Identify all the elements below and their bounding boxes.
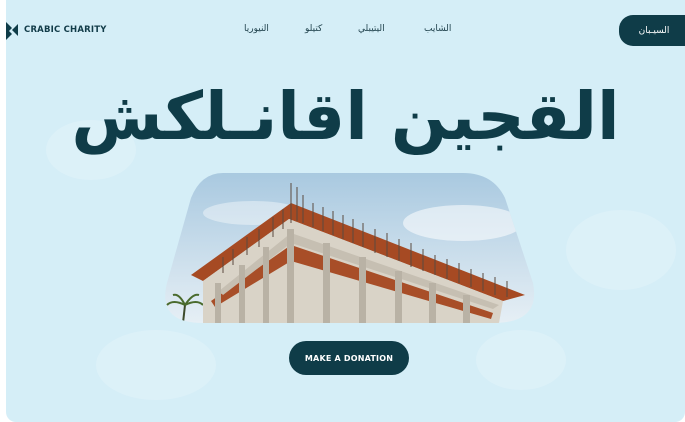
nav-item-4[interactable]: الشايب: [424, 24, 451, 34]
texture-spot: [566, 210, 676, 290]
main-nav: النيوريا كتيلو اليتيبلي الشايب: [6, 24, 685, 38]
texture-spot: [96, 330, 216, 400]
nav-item-2[interactable]: كتيلو: [305, 24, 322, 34]
nav-item-1[interactable]: النيوريا: [244, 24, 269, 34]
header-action-button[interactable]: السيـبان: [619, 15, 685, 46]
nav-item-3[interactable]: اليتيبلي: [358, 24, 385, 34]
landing-page: CRABIC CHARITY النيوريا كتيلو اليتيبلي ا…: [6, 0, 685, 422]
building-construction-image: [165, 173, 535, 323]
make-donation-button[interactable]: MAKE A DONATION: [289, 341, 409, 375]
hero-title: القجين اقانـلكش: [71, 78, 620, 155]
texture-spot: [476, 330, 566, 390]
